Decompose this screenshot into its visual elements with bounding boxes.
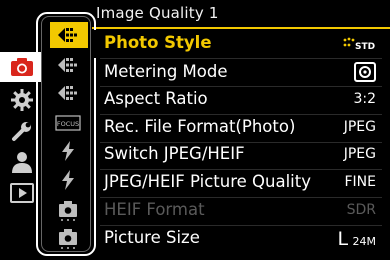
person-icon: [12, 152, 32, 173]
image-quality-icon: [58, 86, 77, 100]
subtab-focus[interactable]: FOCUS: [50, 110, 88, 136]
flash-icon: [62, 141, 74, 161]
camera-others-icon: [59, 201, 77, 221]
focus-label: FOCUS: [57, 120, 79, 128]
menu-header: Image Quality 1: [92, 0, 390, 29]
subtab-image-quality-2[interactable]: [50, 52, 88, 78]
picture-size-value: L 24M: [337, 228, 376, 250]
photo-style-std-icon: STD.: [342, 36, 379, 52]
menu-item-label: HEIF Format: [104, 200, 205, 219]
menu-item-label: Picture Size: [104, 228, 200, 247]
subtab-flash-2[interactable]: [50, 167, 88, 193]
menu-item-rec-file-format[interactable]: Rec. File Format(Photo) JPEG: [92, 114, 390, 142]
menu-item-picture-quality[interactable]: JPEG/HEIF Picture Quality FINE: [92, 169, 390, 197]
camera-menu-screen: Image Quality 1 FOCUS Photo Style STD Me…: [0, 0, 390, 260]
subtab-others-2[interactable]: [50, 224, 88, 250]
menu-item-value: 3:2: [353, 91, 376, 107]
image-quality-icon: [58, 58, 77, 72]
subtab-flash-1[interactable]: [50, 138, 88, 164]
menu-item-picture-size[interactable]: Picture Size L 24M: [92, 225, 390, 253]
menu-item-metering-mode[interactable]: Metering Mode: [92, 59, 390, 87]
subtab-image-quality-1[interactable]: [50, 22, 88, 48]
menu-item-heif-format[interactable]: HEIF Format SDR: [92, 197, 390, 225]
menu-item-label: Photo Style: [104, 33, 212, 52]
camera-others-icon: [59, 229, 77, 249]
menu-item-switch-jpeg-heif[interactable]: Switch JPEG/HEIF JPEG: [92, 141, 390, 169]
menu-item-value: FINE: [344, 174, 377, 190]
menu-item-value: JPEG: [343, 146, 376, 162]
gear-icon: [11, 89, 33, 111]
photo-style-value: STD.: [355, 42, 376, 52]
menu-item-label: Aspect Ratio: [104, 89, 208, 108]
menu-item-label: JPEG/HEIF Picture Quality: [104, 172, 311, 191]
page-title: Image Quality 1: [96, 4, 219, 22]
focus-icon: FOCUS: [55, 115, 81, 131]
picture-size-megapixels: 24M: [352, 235, 377, 248]
picture-size-letter: L: [337, 228, 349, 250]
image-quality-icon: [58, 28, 77, 42]
subtab-image-quality-3[interactable]: [50, 80, 88, 106]
subtab-others-1[interactable]: [50, 196, 88, 222]
play-icon: [10, 183, 34, 203]
menu-item-label: Rec. File Format(Photo): [104, 117, 296, 136]
wrench-icon: [12, 122, 31, 141]
menu-item-value: JPEG: [343, 119, 376, 135]
menu-item-label: Metering Mode: [104, 62, 228, 81]
camera-icon: [11, 58, 33, 76]
metering-multi-icon: [354, 62, 376, 82]
menu-item-aspect-ratio[interactable]: Aspect Ratio 3:2: [92, 86, 390, 114]
menu-item-value: SDR: [346, 202, 376, 218]
menu-item-photo-style[interactable]: Photo Style STD.: [92, 30, 390, 58]
flash-icon: [62, 170, 74, 190]
menu-item-label: Switch JPEG/HEIF: [104, 144, 245, 163]
